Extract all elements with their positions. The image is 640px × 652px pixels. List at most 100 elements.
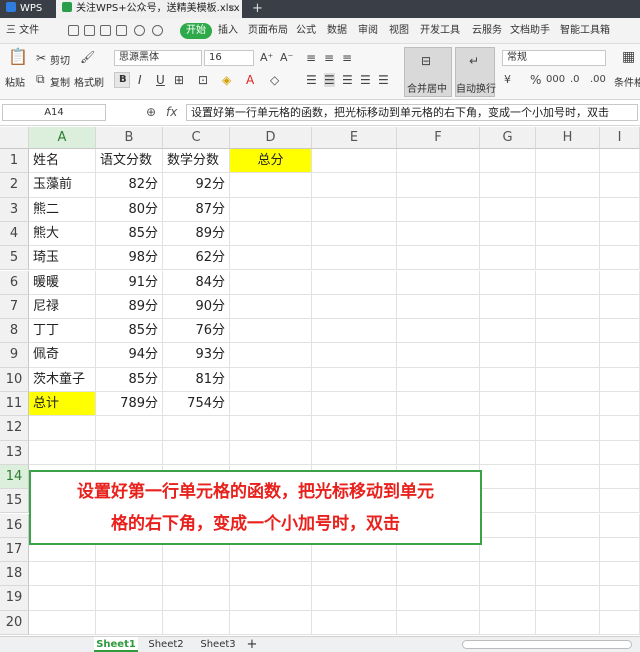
italic-button[interactable]: I (138, 73, 142, 87)
table-cell[interactable] (312, 562, 397, 587)
print-icon[interactable] (84, 25, 95, 36)
table-cell[interactable] (600, 610, 640, 635)
close-tab-icon[interactable]: × (228, 0, 236, 18)
table-cell[interactable] (600, 294, 640, 320)
table-cell[interactable] (536, 343, 600, 368)
row-header[interactable]: 10 (0, 367, 29, 392)
border-icon[interactable]: ⊞ (174, 73, 184, 87)
table-cell[interactable] (480, 440, 536, 465)
table-cell[interactable] (480, 246, 536, 271)
currency-icon[interactable]: ¥ (504, 73, 511, 87)
increase-decimal-icon[interactable]: .0 (570, 73, 580, 87)
table-cell[interactable] (480, 562, 536, 587)
tab-formulas[interactable]: 公式 (296, 18, 316, 44)
export-pdf-icon[interactable] (116, 25, 127, 36)
table-cell[interactable] (536, 416, 600, 441)
table-cell[interactable] (480, 294, 536, 320)
table-cell[interactable]: 暖暖 (29, 270, 96, 295)
table-cell[interactable] (536, 464, 600, 490)
table-cell[interactable] (230, 440, 312, 465)
table-cell[interactable] (600, 586, 640, 611)
table-cell[interactable] (230, 173, 312, 198)
table-cell[interactable] (163, 562, 230, 587)
row-header[interactable]: 20 (0, 610, 29, 635)
table-cell[interactable] (480, 416, 536, 441)
table-cell[interactable] (397, 586, 480, 611)
table-cell[interactable] (230, 562, 312, 587)
new-tab-button[interactable]: + (252, 0, 263, 18)
table-cell[interactable] (480, 392, 536, 417)
table-cell[interactable]: 62分 (163, 246, 230, 271)
column-header-i[interactable]: I (600, 127, 640, 149)
row-header[interactable]: 3 (0, 197, 29, 222)
table-cell[interactable] (397, 270, 480, 295)
table-cell[interactable] (163, 586, 230, 611)
table-cell[interactable] (312, 221, 397, 247)
clear-format-icon[interactable]: ◇ (270, 73, 279, 87)
table-cell[interactable] (480, 343, 536, 368)
print-preview-icon[interactable] (100, 25, 111, 36)
merge-cells-icon[interactable]: ⊡ (198, 73, 208, 87)
number-format-select[interactable]: 常规 (502, 50, 606, 66)
table-cell[interactable] (230, 221, 312, 247)
table-cell[interactable] (312, 319, 397, 344)
table-cell[interactable] (397, 149, 480, 174)
table-cell[interactable] (480, 586, 536, 611)
tab-view[interactable]: 视图 (389, 18, 409, 44)
table-cell[interactable] (230, 586, 312, 611)
table-cell[interactable] (600, 197, 640, 222)
row-header[interactable]: 1 (0, 149, 29, 174)
row-header[interactable]: 4 (0, 221, 29, 247)
table-cell[interactable] (600, 343, 640, 368)
table-cell[interactable] (397, 343, 480, 368)
wrap-text-button[interactable]: ↵ 自动换行 (455, 47, 496, 97)
table-cell[interactable] (312, 173, 397, 198)
table-cell[interactable]: 琦玉 (29, 246, 96, 271)
table-cell[interactable] (536, 221, 600, 247)
table-cell[interactable] (536, 392, 600, 417)
table-cell[interactable] (480, 464, 536, 490)
table-cell[interactable] (600, 270, 640, 295)
table-cell[interactable]: 90分 (163, 294, 230, 320)
table-cell[interactable] (536, 537, 600, 563)
table-cell[interactable] (480, 149, 536, 174)
spreadsheet-grid[interactable]: A B C D E F G H I 1 姓名 语文分数 数学分数 总分 2 玉藻前 82分 92分 3 熊二 80分 87… (0, 127, 640, 636)
paste-button[interactable]: 粘贴 (5, 74, 25, 89)
table-cell[interactable]: 85分 (96, 367, 163, 392)
column-header-a[interactable]: A (29, 127, 96, 149)
table-cell[interactable]: 789分 (96, 392, 163, 417)
table-cell[interactable] (230, 319, 312, 344)
format-painter-button[interactable]: 格式刷 (74, 74, 104, 89)
table-cell[interactable] (230, 416, 312, 441)
table-cell[interactable] (600, 221, 640, 247)
table-cell[interactable] (600, 513, 640, 538)
row-header[interactable]: 14 (0, 464, 29, 490)
table-cell[interactable] (397, 294, 480, 320)
tab-data[interactable]: 数据 (327, 18, 347, 44)
copy-button[interactable]: 复制 (50, 74, 70, 89)
table-cell[interactable]: 89分 (96, 294, 163, 320)
table-cell[interactable] (536, 173, 600, 198)
table-cell[interactable] (163, 610, 230, 635)
decrease-decimal-icon[interactable]: .00 (590, 73, 606, 87)
table-cell[interactable] (600, 562, 640, 587)
row-header[interactable]: 18 (0, 562, 29, 587)
distribute-icon[interactable]: ☰ (378, 73, 389, 87)
table-cell[interactable]: 总分 (230, 149, 312, 174)
table-cell[interactable]: 80分 (96, 197, 163, 222)
paste-icon[interactable]: 📋 (8, 49, 28, 65)
table-cell[interactable] (480, 197, 536, 222)
table-cell[interactable] (480, 489, 536, 514)
font-size-select[interactable]: 16 (204, 50, 254, 66)
table-cell[interactable] (96, 562, 163, 587)
table-cell[interactable] (230, 246, 312, 271)
table-cell[interactable] (29, 586, 96, 611)
table-cell[interactable]: 89分 (163, 221, 230, 247)
table-cell[interactable] (312, 294, 397, 320)
table-cell[interactable]: 熊大 (29, 221, 96, 247)
row-header[interactable]: 6 (0, 270, 29, 295)
table-cell[interactable]: 85分 (96, 221, 163, 247)
table-cell[interactable] (397, 221, 480, 247)
table-cell[interactable] (480, 610, 536, 635)
tab-insert[interactable]: 插入 (218, 18, 238, 44)
